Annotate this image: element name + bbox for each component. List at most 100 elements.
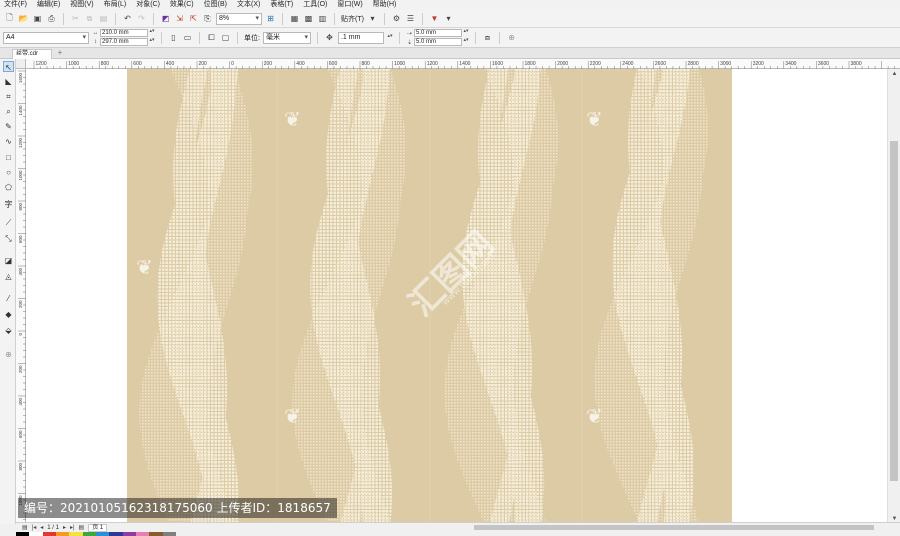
launch-app-icon[interactable]: ▼: [429, 13, 440, 24]
nudge-spinner[interactable]: ▴▾: [387, 33, 393, 42]
nudge-distance-field[interactable]: .1 mm: [337, 31, 384, 44]
freehand-tool-icon[interactable]: ✎: [3, 121, 14, 132]
export-icon[interactable]: ⇱: [188, 13, 199, 24]
height-spinner[interactable]: ▴▾: [149, 38, 155, 46]
palette-swatch[interactable]: [29, 532, 43, 536]
text-tool-icon[interactable]: 字: [3, 199, 14, 210]
menu-item[interactable]: 工具(O): [303, 0, 327, 10]
palette-swatch[interactable]: [55, 532, 70, 536]
chevron-down-icon[interactable]: ▾: [443, 13, 454, 24]
ellipse-tool-icon[interactable]: ○: [3, 167, 14, 178]
vertical-ruler[interactable]: 1600 1400 1200 1000 800 600 400 200 0 200 400 600 80…: [16, 69, 26, 524]
duplicate-y-field[interactable]: 5.0 mm: [413, 38, 462, 46]
menu-item[interactable]: 效果(C): [170, 0, 194, 10]
menu-item[interactable]: 表格(T): [270, 0, 293, 10]
show-rulers-icon[interactable]: ▦: [289, 13, 300, 24]
menu-item[interactable]: 对象(C): [136, 0, 160, 10]
menu-item[interactable]: 编辑(E): [37, 0, 60, 10]
interactive-fill-icon[interactable]: ◆: [3, 309, 14, 320]
menu-item[interactable]: 布局(L): [104, 0, 127, 10]
menu-item[interactable]: 文件(F): [4, 0, 27, 10]
new-tab-plus-icon[interactable]: +: [55, 49, 65, 58]
menu-item[interactable]: 文本(X): [237, 0, 260, 10]
full-screen-icon[interactable]: ⊞: [265, 13, 276, 24]
menu-item[interactable]: 帮助(H): [373, 0, 397, 10]
parallel-dimension-icon[interactable]: ⟋: [3, 217, 14, 228]
copy-icon[interactable]: ⧉: [84, 13, 95, 24]
save-icon[interactable]: ▣: [32, 13, 43, 24]
add-page-icon[interactable]: ▤: [79, 524, 85, 531]
show-guidelines-icon[interactable]: ▥: [317, 13, 328, 24]
page-options-icon[interactable]: ▤: [22, 524, 28, 531]
eyedropper-icon[interactable]: ⁄: [3, 293, 14, 304]
undo-icon[interactable]: ↶: [122, 13, 133, 24]
palette-swatch[interactable]: [109, 532, 123, 536]
dup-y-spinner[interactable]: ▴▾: [463, 38, 469, 46]
drawing-canvas[interactable]: ❦ ❦ ❦ ❦ ❦ ❦ ❦ ❦ 汇图网 www.huitu.com: [26, 69, 887, 524]
menu-item[interactable]: 视图(V): [70, 0, 93, 10]
options-icon[interactable]: ⚙: [391, 13, 402, 24]
show-grid-icon[interactable]: ▩: [303, 13, 314, 24]
menu-item[interactable]: 位图(B): [204, 0, 227, 10]
menu-item[interactable]: 窗口(W): [337, 0, 362, 10]
palette-swatch[interactable]: [16, 532, 30, 536]
color-palette[interactable]: [16, 532, 176, 536]
dup-x-spinner[interactable]: ▴▾: [463, 29, 469, 37]
redo-icon[interactable]: ↷: [136, 13, 147, 24]
ruler-origin[interactable]: [16, 59, 26, 69]
palette-swatch[interactable]: [162, 532, 176, 536]
import-icon[interactable]: ⇲: [174, 13, 185, 24]
page-width-field[interactable]: 210.0 mm: [100, 29, 148, 37]
align-icon[interactable]: ☰: [405, 13, 416, 24]
polygon-tool-icon[interactable]: ⬠: [3, 182, 14, 193]
add-icon[interactable]: ⊕: [506, 32, 517, 43]
tab-document[interactable]: 丝带.cdr: [12, 49, 52, 59]
paste-icon[interactable]: ▤: [98, 13, 109, 24]
duplicate-x-field[interactable]: 5.0 mm: [413, 29, 462, 37]
rectangle-tool-icon[interactable]: □: [3, 152, 14, 163]
snap-to-menu[interactable]: 贴齐(T): [341, 14, 364, 24]
transparency-icon[interactable]: ◬: [3, 271, 14, 282]
horizontal-ruler[interactable]: 1200 1000 800 600 400 200 0 200 400 600 800 1000 120…: [26, 59, 900, 69]
chevron-down-icon[interactable]: ▾: [367, 13, 378, 24]
treat-as-filled-icon[interactable]: ⧈: [482, 32, 493, 43]
publish-pdf-icon[interactable]: ⎘: [202, 13, 213, 24]
scroll-up-icon[interactable]: ▲: [888, 69, 900, 79]
page-tab[interactable]: 页 1: [88, 523, 108, 532]
current-page-icon[interactable]: ▢: [220, 32, 231, 43]
zoom-level-select[interactable]: 8%: [216, 12, 262, 25]
artistic-media-icon[interactable]: ∿: [3, 136, 14, 147]
search-content-icon[interactable]: ◩: [160, 13, 171, 24]
palette-swatch[interactable]: [42, 532, 56, 536]
first-page-icon[interactable]: |◂: [32, 524, 37, 531]
crop-tool-icon[interactable]: ⌗: [3, 91, 14, 102]
cut-icon[interactable]: ✂: [70, 13, 81, 24]
palette-swatch[interactable]: [69, 532, 83, 536]
horizontal-scrollbar[interactable]: [462, 523, 887, 532]
drop-shadow-icon[interactable]: ◪: [3, 255, 14, 266]
zoom-tool-icon[interactable]: ⌕: [3, 106, 14, 117]
palette-swatch[interactable]: [82, 532, 96, 536]
portrait-icon[interactable]: ▯: [168, 32, 179, 43]
connector-tool-icon[interactable]: ⤡: [3, 233, 14, 244]
vertical-scroll-thumb[interactable]: [890, 141, 898, 481]
last-page-icon[interactable]: ▸|: [70, 524, 75, 531]
pick-tool-icon[interactable]: ↖: [3, 61, 14, 72]
horizontal-scroll-thumb[interactable]: [474, 525, 874, 530]
previous-page-icon[interactable]: ◂: [40, 524, 43, 531]
page-size-select[interactable]: A4: [3, 31, 89, 44]
next-page-icon[interactable]: ▸: [63, 524, 66, 531]
smart-fill-icon[interactable]: ⬙: [3, 325, 14, 336]
unit-select[interactable]: 毫米: [262, 31, 311, 44]
palette-swatch[interactable]: [95, 532, 110, 536]
width-spinner[interactable]: ▴▾: [149, 29, 155, 37]
add-tool-icon[interactable]: ⊕: [3, 349, 14, 360]
palette-swatch[interactable]: [122, 532, 136, 536]
vertical-scrollbar[interactable]: ▲ ▼: [887, 69, 900, 524]
print-icon[interactable]: ⎙: [46, 13, 57, 24]
palette-swatch[interactable]: [149, 532, 163, 536]
shape-tool-icon[interactable]: ◣: [3, 76, 14, 87]
new-document-icon[interactable]: 🗋: [4, 13, 15, 24]
page-height-field[interactable]: 297.0 mm: [100, 38, 148, 46]
palette-swatch[interactable]: [135, 532, 150, 536]
